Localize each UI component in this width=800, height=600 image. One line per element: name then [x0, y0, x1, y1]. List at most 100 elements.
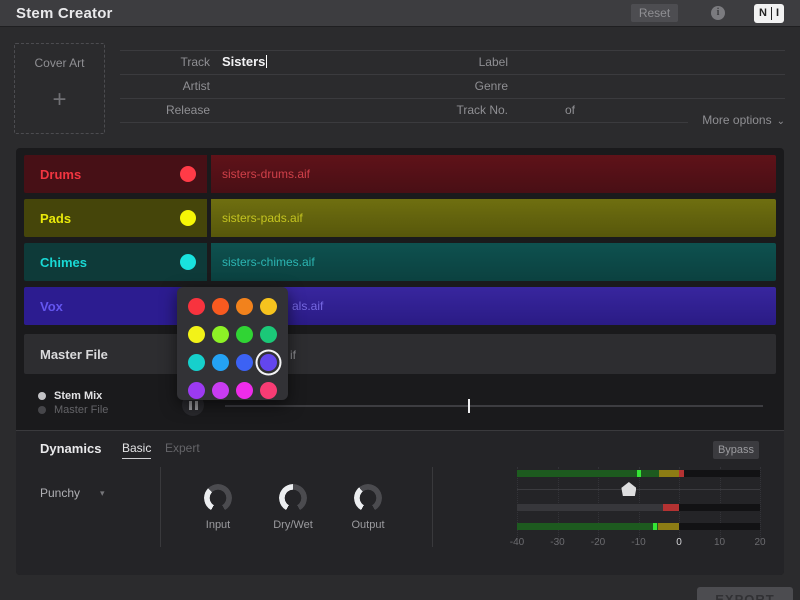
color-swatch[interactable]	[212, 298, 229, 315]
meter-scale-label: 10	[705, 537, 735, 548]
swatch-cell	[232, 348, 256, 376]
stem-file-cell[interactable]: als.aif	[211, 287, 776, 325]
playhead-marker[interactable]	[468, 399, 470, 413]
color-swatch[interactable]	[260, 326, 277, 343]
seek-track[interactable]	[225, 405, 763, 407]
stem-name-cell[interactable]: Chimes	[24, 243, 207, 281]
swatch-cell	[256, 376, 280, 404]
input-knob[interactable]	[204, 484, 232, 512]
color-swatch[interactable]	[212, 354, 229, 371]
preset-dropdown[interactable]: Punchy	[40, 486, 80, 500]
color-swatch[interactable]	[212, 326, 229, 343]
track-label: Track	[120, 55, 210, 69]
master-file-radio[interactable]	[38, 406, 46, 414]
master-filename-fragment: if	[290, 348, 296, 362]
meter-segment	[517, 523, 658, 530]
stem-mix-radio[interactable]	[38, 392, 46, 400]
swatch-cell	[184, 320, 208, 348]
swatch-cell	[208, 292, 232, 320]
label-label[interactable]: Label	[380, 55, 508, 69]
tab-expert[interactable]: Expert	[165, 441, 200, 455]
output-knob[interactable]	[354, 484, 382, 512]
stem-file-cell[interactable]: sisters-drums.aif	[211, 155, 776, 193]
color-swatch[interactable]	[236, 382, 253, 399]
color-swatch[interactable]	[188, 326, 205, 343]
reset-button[interactable]: Reset	[631, 4, 678, 22]
more-options-toggle[interactable]: More options⌄	[640, 113, 785, 127]
master-file-radio-label[interactable]: Master File	[54, 404, 108, 416]
swatch-cell	[232, 320, 256, 348]
stem-file-cell[interactable]: sisters-pads.aif	[211, 199, 776, 237]
stem-filename-fragment: als.aif	[292, 299, 323, 313]
swatch-cell	[232, 292, 256, 320]
stem-color-dot[interactable]	[180, 210, 196, 226]
stem-row-vox: Vox als.aif	[24, 287, 776, 325]
meter-segment	[663, 504, 679, 511]
cover-art-dropzone[interactable]: Cover Art +	[14, 43, 105, 134]
stem-name-cell[interactable]: Drums	[24, 155, 207, 193]
color-swatch[interactable]	[260, 382, 277, 399]
text-cursor	[266, 55, 267, 68]
stem-filename: sisters-drums.aif	[222, 167, 310, 181]
master-file-label: Master File	[40, 347, 108, 362]
stem-mix-radio-label[interactable]: Stem Mix	[54, 390, 102, 402]
peak-marker	[653, 523, 657, 530]
swatch-cell	[184, 348, 208, 376]
stem-row-pads: Pads sisters-pads.aif	[24, 199, 776, 237]
color-swatch[interactable]	[260, 298, 277, 315]
meter-segment	[658, 523, 679, 530]
track-no-label[interactable]: Track No.	[380, 103, 508, 117]
color-swatch[interactable]	[188, 382, 205, 399]
ni-logo-icon[interactable]: NI	[754, 4, 784, 23]
meter-gridline	[760, 467, 761, 539]
add-cover-art-icon: +	[15, 88, 104, 112]
artist-label[interactable]: Artist	[120, 79, 210, 93]
stem-name-label: Chimes	[40, 255, 87, 270]
bypass-button[interactable]: Bypass	[713, 441, 759, 459]
info-icon[interactable]: i	[711, 6, 725, 20]
export-button[interactable]: EXPORT	[697, 587, 793, 600]
color-picker-popup	[177, 287, 288, 400]
color-swatch[interactable]	[188, 354, 205, 371]
meter-scale-label: -30	[543, 537, 573, 548]
color-swatch-selected[interactable]	[260, 354, 277, 371]
meter-segment	[517, 504, 679, 511]
stem-color-dot[interactable]	[180, 254, 196, 270]
master-file-row[interactable]: Master File if	[24, 334, 776, 374]
meter-scale-label: -40	[502, 537, 532, 548]
gr-meter	[517, 504, 760, 511]
swatch-cell	[208, 376, 232, 404]
stem-name-cell[interactable]: Pads	[24, 199, 207, 237]
threshold-line	[517, 489, 760, 490]
color-swatch[interactable]	[236, 326, 253, 343]
stem-row-chimes: Chimes sisters-chimes.aif	[24, 243, 776, 281]
drywet-knob-label: Dry/Wet	[258, 519, 328, 531]
meter-display	[517, 467, 760, 539]
color-swatch[interactable]	[236, 298, 253, 315]
form-divider	[120, 50, 785, 51]
output-meter	[517, 523, 760, 530]
stem-file-cell[interactable]: sisters-chimes.aif	[211, 243, 776, 281]
threshold-handle[interactable]	[621, 482, 636, 496]
genre-label[interactable]: Genre	[380, 79, 508, 93]
stem-name-label: Pads	[40, 211, 71, 226]
release-label[interactable]: Release	[120, 103, 210, 117]
color-swatch[interactable]	[188, 298, 205, 315]
stem-row-drums: Drums sisters-drums.aif	[24, 155, 776, 193]
meter-scale-label: -10	[624, 537, 654, 548]
color-swatch[interactable]	[236, 354, 253, 371]
stem-color-dot[interactable]	[180, 166, 196, 182]
input-meter	[517, 470, 760, 477]
drywet-knob[interactable]	[279, 484, 307, 512]
chevron-down-icon: ⌄	[777, 116, 785, 127]
dynamics-title: Dynamics	[40, 441, 101, 456]
cover-art-label: Cover Art	[15, 56, 104, 70]
stem-filename: sisters-chimes.aif	[222, 255, 315, 269]
color-swatch[interactable]	[212, 382, 229, 399]
meter-scale-label: 20	[745, 537, 775, 548]
tab-basic[interactable]: Basic	[122, 441, 151, 459]
stems-panel: Drums sisters-drums.aif Pads sisters-pad…	[16, 148, 784, 575]
track-input[interactable]: Sisters	[222, 54, 267, 69]
swatch-cell	[184, 292, 208, 320]
meter-segment	[679, 470, 684, 477]
